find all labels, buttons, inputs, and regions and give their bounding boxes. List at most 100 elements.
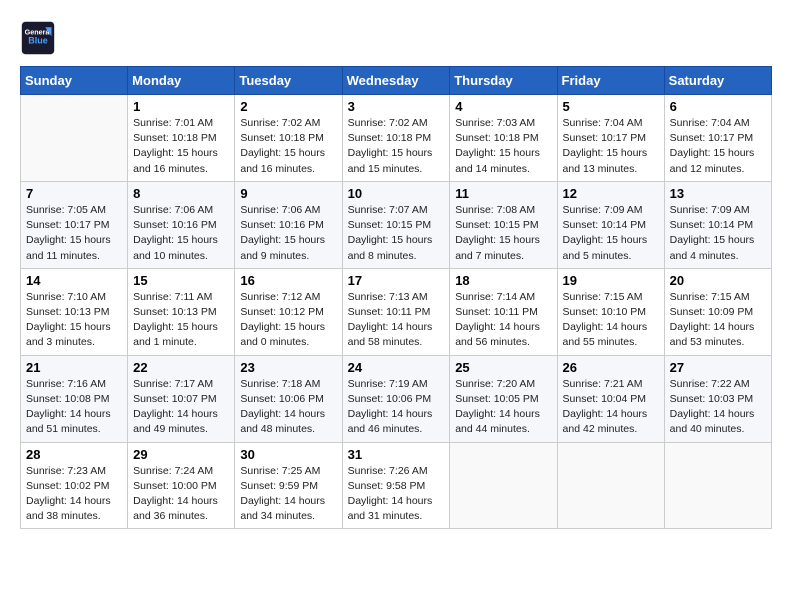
day-number: 28 xyxy=(26,447,122,462)
day-info: Sunrise: 7:02 AM Sunset: 10:18 PM Daylig… xyxy=(348,116,445,177)
calendar-cell xyxy=(557,442,664,529)
day-info: Sunrise: 7:05 AM Sunset: 10:17 PM Daylig… xyxy=(26,203,122,264)
calendar-body: 1 Sunrise: 7:01 AM Sunset: 10:18 PM Dayli… xyxy=(21,95,772,529)
day-number: 31 xyxy=(348,447,445,462)
day-number: 2 xyxy=(240,99,336,114)
calendar-cell: 5 Sunrise: 7:04 AM Sunset: 10:17 PM Dayli… xyxy=(557,95,664,182)
calendar-cell: 14Sunrise: 7:10 AM Sunset: 10:13 PM Dayl… xyxy=(21,268,128,355)
calendar-cell: 16 Sunrise: 7:12 AM Sunset: 10:12 PM Dayl… xyxy=(235,268,342,355)
calendar-cell: 3 Sunrise: 7:02 AM Sunset: 10:18 PM Dayli… xyxy=(342,95,450,182)
calendar-cell xyxy=(664,442,771,529)
day-info: Sunrise: 7:22 AM Sunset: 10:03 PM Daylig… xyxy=(670,377,766,438)
week-row-1: 1 Sunrise: 7:01 AM Sunset: 10:18 PM Dayli… xyxy=(21,95,772,182)
day-number: 13 xyxy=(670,186,766,201)
day-info: Sunrise: 7:24 AM Sunset: 10:00 PM Daylig… xyxy=(133,464,229,525)
day-info: Sunrise: 7:17 AM Sunset: 10:07 PM Daylig… xyxy=(133,377,229,438)
day-number: 18 xyxy=(455,273,551,288)
calendar-cell: 10 Sunrise: 7:07 AM Sunset: 10:15 PM Dayl… xyxy=(342,181,450,268)
day-number: 5 xyxy=(563,99,659,114)
day-number: 25 xyxy=(455,360,551,375)
day-info: Sunrise: 7:09 AM Sunset: 10:14 PM Daylig… xyxy=(563,203,659,264)
day-info: Sunrise: 7:26 AM Sunset: 9:58 PM Dayligh… xyxy=(348,464,445,525)
day-number: 20 xyxy=(670,273,766,288)
calendar-cell: 22 Sunrise: 7:17 AM Sunset: 10:07 PM Dayl… xyxy=(128,355,235,442)
day-info: Sunrise: 7:01 AM Sunset: 10:18 PM Daylig… xyxy=(133,116,229,177)
calendar-cell: 12 Sunrise: 7:09 AM Sunset: 10:14 PM Dayl… xyxy=(557,181,664,268)
day-number: 27 xyxy=(670,360,766,375)
weekday-header-tuesday: Tuesday xyxy=(235,67,342,95)
calendar-cell: 17Sunrise: 7:13 AM Sunset: 10:11 PM Dayl… xyxy=(342,268,450,355)
day-number: 9 xyxy=(240,186,336,201)
week-row-3: 14Sunrise: 7:10 AM Sunset: 10:13 PM Dayl… xyxy=(21,268,772,355)
calendar-cell: 9 Sunrise: 7:06 AM Sunset: 10:16 PM Dayli… xyxy=(235,181,342,268)
day-number: 11 xyxy=(455,186,551,201)
weekday-header-sunday: Sunday xyxy=(21,67,128,95)
calendar-cell: 30Sunrise: 7:25 AM Sunset: 9:59 PM Dayli… xyxy=(235,442,342,529)
day-info: Sunrise: 7:14 AM Sunset: 10:11 PM Daylig… xyxy=(455,290,551,351)
calendar-table: SundayMondayTuesdayWednesdayThursdayFrid… xyxy=(20,66,772,529)
header: General Blue xyxy=(20,20,772,56)
day-info: Sunrise: 7:21 AM Sunset: 10:04 PM Daylig… xyxy=(563,377,659,438)
calendar-cell: 15 Sunrise: 7:11 AM Sunset: 10:13 PM Dayl… xyxy=(128,268,235,355)
day-number: 29 xyxy=(133,447,229,462)
day-number: 3 xyxy=(348,99,445,114)
day-number: 26 xyxy=(563,360,659,375)
day-info: Sunrise: 7:25 AM Sunset: 9:59 PM Dayligh… xyxy=(240,464,336,525)
day-info: Sunrise: 7:06 AM Sunset: 10:16 PM Daylig… xyxy=(133,203,229,264)
calendar-cell: 4Sunrise: 7:03 AM Sunset: 10:18 PM Dayli… xyxy=(450,95,557,182)
calendar-cell: 6Sunrise: 7:04 AM Sunset: 10:17 PM Dayli… xyxy=(664,95,771,182)
calendar-cell: 29 Sunrise: 7:24 AM Sunset: 10:00 PM Dayl… xyxy=(128,442,235,529)
week-row-2: 7Sunrise: 7:05 AM Sunset: 10:17 PM Dayli… xyxy=(21,181,772,268)
day-number: 10 xyxy=(348,186,445,201)
calendar-cell: 26 Sunrise: 7:21 AM Sunset: 10:04 PM Dayl… xyxy=(557,355,664,442)
day-info: Sunrise: 7:08 AM Sunset: 10:15 PM Daylig… xyxy=(455,203,551,264)
day-info: Sunrise: 7:04 AM Sunset: 10:17 PM Daylig… xyxy=(670,116,766,177)
calendar-cell: 28 Sunrise: 7:23 AM Sunset: 10:02 PM Dayl… xyxy=(21,442,128,529)
day-info: Sunrise: 7:12 AM Sunset: 10:12 PM Daylig… xyxy=(240,290,336,351)
calendar-cell: 13 Sunrise: 7:09 AM Sunset: 10:14 PM Dayl… xyxy=(664,181,771,268)
day-number: 1 xyxy=(133,99,229,114)
day-info: Sunrise: 7:04 AM Sunset: 10:17 PM Daylig… xyxy=(563,116,659,177)
day-info: Sunrise: 7:19 AM Sunset: 10:06 PM Daylig… xyxy=(348,377,445,438)
day-info: Sunrise: 7:11 AM Sunset: 10:13 PM Daylig… xyxy=(133,290,229,351)
weekday-header-monday: Monday xyxy=(128,67,235,95)
calendar-cell: 23 Sunrise: 7:18 AM Sunset: 10:06 PM Dayl… xyxy=(235,355,342,442)
calendar-cell: 20 Sunrise: 7:15 AM Sunset: 10:09 PM Dayl… xyxy=(664,268,771,355)
weekday-header-friday: Friday xyxy=(557,67,664,95)
calendar-cell xyxy=(21,95,128,182)
day-info: Sunrise: 7:06 AM Sunset: 10:16 PM Daylig… xyxy=(240,203,336,264)
day-info: Sunrise: 7:10 AM Sunset: 10:13 PM Daylig… xyxy=(26,290,122,351)
weekday-header-wednesday: Wednesday xyxy=(342,67,450,95)
calendar-cell: 27 Sunrise: 7:22 AM Sunset: 10:03 PM Dayl… xyxy=(664,355,771,442)
day-number: 22 xyxy=(133,360,229,375)
calendar-cell: 18 Sunrise: 7:14 AM Sunset: 10:11 PM Dayl… xyxy=(450,268,557,355)
day-number: 16 xyxy=(240,273,336,288)
calendar-cell: 1 Sunrise: 7:01 AM Sunset: 10:18 PM Dayli… xyxy=(128,95,235,182)
day-number: 15 xyxy=(133,273,229,288)
calendar-cell: 7Sunrise: 7:05 AM Sunset: 10:17 PM Dayli… xyxy=(21,181,128,268)
calendar-cell: 21Sunrise: 7:16 AM Sunset: 10:08 PM Dayl… xyxy=(21,355,128,442)
logo: General Blue xyxy=(20,20,60,56)
weekday-header-saturday: Saturday xyxy=(664,67,771,95)
day-info: Sunrise: 7:09 AM Sunset: 10:14 PM Daylig… xyxy=(670,203,766,264)
calendar-cell: 24Sunrise: 7:19 AM Sunset: 10:06 PM Dayl… xyxy=(342,355,450,442)
day-info: Sunrise: 7:03 AM Sunset: 10:18 PM Daylig… xyxy=(455,116,551,177)
week-row-4: 21Sunrise: 7:16 AM Sunset: 10:08 PM Dayl… xyxy=(21,355,772,442)
day-info: Sunrise: 7:15 AM Sunset: 10:09 PM Daylig… xyxy=(670,290,766,351)
logo-icon: General Blue xyxy=(20,20,56,56)
weekday-header-thursday: Thursday xyxy=(450,67,557,95)
day-info: Sunrise: 7:23 AM Sunset: 10:02 PM Daylig… xyxy=(26,464,122,525)
day-number: 12 xyxy=(563,186,659,201)
day-number: 21 xyxy=(26,360,122,375)
day-info: Sunrise: 7:18 AM Sunset: 10:06 PM Daylig… xyxy=(240,377,336,438)
calendar-cell: 31 Sunrise: 7:26 AM Sunset: 9:58 PM Dayli… xyxy=(342,442,450,529)
calendar-cell: 25 Sunrise: 7:20 AM Sunset: 10:05 PM Dayl… xyxy=(450,355,557,442)
day-info: Sunrise: 7:20 AM Sunset: 10:05 PM Daylig… xyxy=(455,377,551,438)
day-number: 23 xyxy=(240,360,336,375)
calendar-cell xyxy=(450,442,557,529)
calendar-cell: 11 Sunrise: 7:08 AM Sunset: 10:15 PM Dayl… xyxy=(450,181,557,268)
svg-text:Blue: Blue xyxy=(28,35,48,45)
day-info: Sunrise: 7:07 AM Sunset: 10:15 PM Daylig… xyxy=(348,203,445,264)
calendar-cell: 19Sunrise: 7:15 AM Sunset: 10:10 PM Dayl… xyxy=(557,268,664,355)
day-info: Sunrise: 7:02 AM Sunset: 10:18 PM Daylig… xyxy=(240,116,336,177)
